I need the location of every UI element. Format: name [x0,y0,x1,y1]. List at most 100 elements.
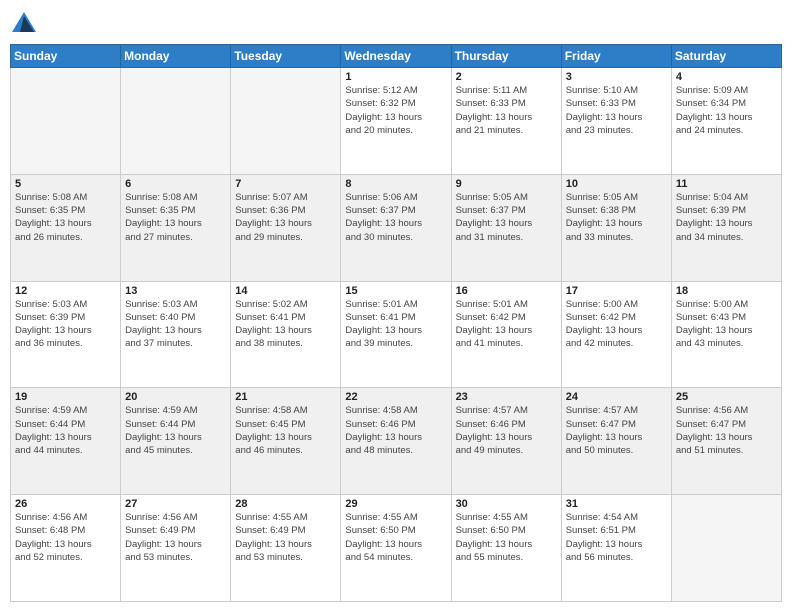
calendar-cell: 9Sunrise: 5:05 AMSunset: 6:37 PMDaylight… [451,174,561,281]
day-info: Sunrise: 4:59 AMSunset: 6:44 PMDaylight:… [15,404,116,457]
day-info: Sunrise: 4:56 AMSunset: 6:49 PMDaylight:… [125,511,226,564]
calendar-cell: 13Sunrise: 5:03 AMSunset: 6:40 PMDayligh… [121,281,231,388]
day-number: 28 [235,498,336,510]
day-number: 12 [15,285,116,297]
calendar-cell: 28Sunrise: 4:55 AMSunset: 6:49 PMDayligh… [231,495,341,602]
calendar-cell: 22Sunrise: 4:58 AMSunset: 6:46 PMDayligh… [341,388,451,495]
day-info: Sunrise: 4:57 AMSunset: 6:46 PMDaylight:… [456,404,557,457]
day-number: 20 [125,391,226,403]
day-number: 29 [345,498,446,510]
day-number: 21 [235,391,336,403]
day-number: 11 [676,178,777,190]
day-info: Sunrise: 4:56 AMSunset: 6:48 PMDaylight:… [15,511,116,564]
day-info: Sunrise: 5:10 AMSunset: 6:33 PMDaylight:… [566,84,667,137]
calendar-cell: 3Sunrise: 5:10 AMSunset: 6:33 PMDaylight… [561,68,671,175]
day-info: Sunrise: 4:58 AMSunset: 6:46 PMDaylight:… [345,404,446,457]
day-number: 19 [15,391,116,403]
calendar-table: SundayMondayTuesdayWednesdayThursdayFrid… [10,44,782,602]
day-number: 16 [456,285,557,297]
day-info: Sunrise: 5:03 AMSunset: 6:40 PMDaylight:… [125,298,226,351]
day-number: 30 [456,498,557,510]
calendar-cell: 18Sunrise: 5:00 AMSunset: 6:43 PMDayligh… [671,281,781,388]
day-info: Sunrise: 5:08 AMSunset: 6:35 PMDaylight:… [15,191,116,244]
day-info: Sunrise: 4:55 AMSunset: 6:49 PMDaylight:… [235,511,336,564]
calendar-cell: 24Sunrise: 4:57 AMSunset: 6:47 PMDayligh… [561,388,671,495]
day-info: Sunrise: 4:59 AMSunset: 6:44 PMDaylight:… [125,404,226,457]
day-info: Sunrise: 4:54 AMSunset: 6:51 PMDaylight:… [566,511,667,564]
day-number: 26 [15,498,116,510]
calendar-cell: 19Sunrise: 4:59 AMSunset: 6:44 PMDayligh… [11,388,121,495]
calendar-cell [11,68,121,175]
calendar-cell: 2Sunrise: 5:11 AMSunset: 6:33 PMDaylight… [451,68,561,175]
day-info: Sunrise: 5:03 AMSunset: 6:39 PMDaylight:… [15,298,116,351]
day-info: Sunrise: 5:00 AMSunset: 6:42 PMDaylight:… [566,298,667,351]
calendar-header-thursday: Thursday [451,45,561,68]
calendar-cell: 7Sunrise: 5:07 AMSunset: 6:36 PMDaylight… [231,174,341,281]
calendar-week-2: 5Sunrise: 5:08 AMSunset: 6:35 PMDaylight… [11,174,782,281]
calendar-cell: 15Sunrise: 5:01 AMSunset: 6:41 PMDayligh… [341,281,451,388]
day-number: 18 [676,285,777,297]
day-info: Sunrise: 4:58 AMSunset: 6:45 PMDaylight:… [235,404,336,457]
calendar-header-wednesday: Wednesday [341,45,451,68]
logo-icon [10,10,38,38]
day-info: Sunrise: 5:07 AMSunset: 6:36 PMDaylight:… [235,191,336,244]
day-number: 14 [235,285,336,297]
day-info: Sunrise: 5:04 AMSunset: 6:39 PMDaylight:… [676,191,777,244]
page: SundayMondayTuesdayWednesdayThursdayFrid… [0,0,792,612]
calendar-cell: 10Sunrise: 5:05 AMSunset: 6:38 PMDayligh… [561,174,671,281]
calendar-cell: 21Sunrise: 4:58 AMSunset: 6:45 PMDayligh… [231,388,341,495]
calendar-cell: 11Sunrise: 5:04 AMSunset: 6:39 PMDayligh… [671,174,781,281]
calendar-header-monday: Monday [121,45,231,68]
day-number: 31 [566,498,667,510]
calendar-week-3: 12Sunrise: 5:03 AMSunset: 6:39 PMDayligh… [11,281,782,388]
day-info: Sunrise: 5:09 AMSunset: 6:34 PMDaylight:… [676,84,777,137]
calendar-cell: 27Sunrise: 4:56 AMSunset: 6:49 PMDayligh… [121,495,231,602]
day-number: 13 [125,285,226,297]
calendar-cell: 25Sunrise: 4:56 AMSunset: 6:47 PMDayligh… [671,388,781,495]
calendar-cell: 17Sunrise: 5:00 AMSunset: 6:42 PMDayligh… [561,281,671,388]
day-number: 4 [676,71,777,83]
day-info: Sunrise: 5:12 AMSunset: 6:32 PMDaylight:… [345,84,446,137]
day-number: 6 [125,178,226,190]
calendar-cell: 14Sunrise: 5:02 AMSunset: 6:41 PMDayligh… [231,281,341,388]
day-number: 10 [566,178,667,190]
day-info: Sunrise: 4:56 AMSunset: 6:47 PMDaylight:… [676,404,777,457]
calendar-cell: 23Sunrise: 4:57 AMSunset: 6:46 PMDayligh… [451,388,561,495]
calendar-cell: 26Sunrise: 4:56 AMSunset: 6:48 PMDayligh… [11,495,121,602]
header [10,10,782,38]
day-info: Sunrise: 4:57 AMSunset: 6:47 PMDaylight:… [566,404,667,457]
day-number: 24 [566,391,667,403]
day-info: Sunrise: 4:55 AMSunset: 6:50 PMDaylight:… [456,511,557,564]
calendar-cell: 12Sunrise: 5:03 AMSunset: 6:39 PMDayligh… [11,281,121,388]
calendar-cell: 16Sunrise: 5:01 AMSunset: 6:42 PMDayligh… [451,281,561,388]
day-info: Sunrise: 5:01 AMSunset: 6:41 PMDaylight:… [345,298,446,351]
calendar-week-1: 1Sunrise: 5:12 AMSunset: 6:32 PMDaylight… [11,68,782,175]
day-number: 23 [456,391,557,403]
calendar-cell: 8Sunrise: 5:06 AMSunset: 6:37 PMDaylight… [341,174,451,281]
day-info: Sunrise: 5:11 AMSunset: 6:33 PMDaylight:… [456,84,557,137]
calendar-cell: 31Sunrise: 4:54 AMSunset: 6:51 PMDayligh… [561,495,671,602]
day-number: 5 [15,178,116,190]
calendar-cell: 20Sunrise: 4:59 AMSunset: 6:44 PMDayligh… [121,388,231,495]
calendar-cell: 29Sunrise: 4:55 AMSunset: 6:50 PMDayligh… [341,495,451,602]
calendar-week-4: 19Sunrise: 4:59 AMSunset: 6:44 PMDayligh… [11,388,782,495]
calendar-header-tuesday: Tuesday [231,45,341,68]
logo [10,10,42,38]
calendar-cell: 4Sunrise: 5:09 AMSunset: 6:34 PMDaylight… [671,68,781,175]
calendar-cell [121,68,231,175]
calendar-cell: 1Sunrise: 5:12 AMSunset: 6:32 PMDaylight… [341,68,451,175]
day-info: Sunrise: 5:05 AMSunset: 6:37 PMDaylight:… [456,191,557,244]
day-info: Sunrise: 4:55 AMSunset: 6:50 PMDaylight:… [345,511,446,564]
day-info: Sunrise: 5:05 AMSunset: 6:38 PMDaylight:… [566,191,667,244]
calendar-header-sunday: Sunday [11,45,121,68]
calendar-cell [231,68,341,175]
calendar-cell [671,495,781,602]
day-number: 17 [566,285,667,297]
day-info: Sunrise: 5:08 AMSunset: 6:35 PMDaylight:… [125,191,226,244]
calendar-cell: 6Sunrise: 5:08 AMSunset: 6:35 PMDaylight… [121,174,231,281]
day-number: 15 [345,285,446,297]
calendar-cell: 30Sunrise: 4:55 AMSunset: 6:50 PMDayligh… [451,495,561,602]
calendar-header-row: SundayMondayTuesdayWednesdayThursdayFrid… [11,45,782,68]
day-number: 22 [345,391,446,403]
day-number: 27 [125,498,226,510]
